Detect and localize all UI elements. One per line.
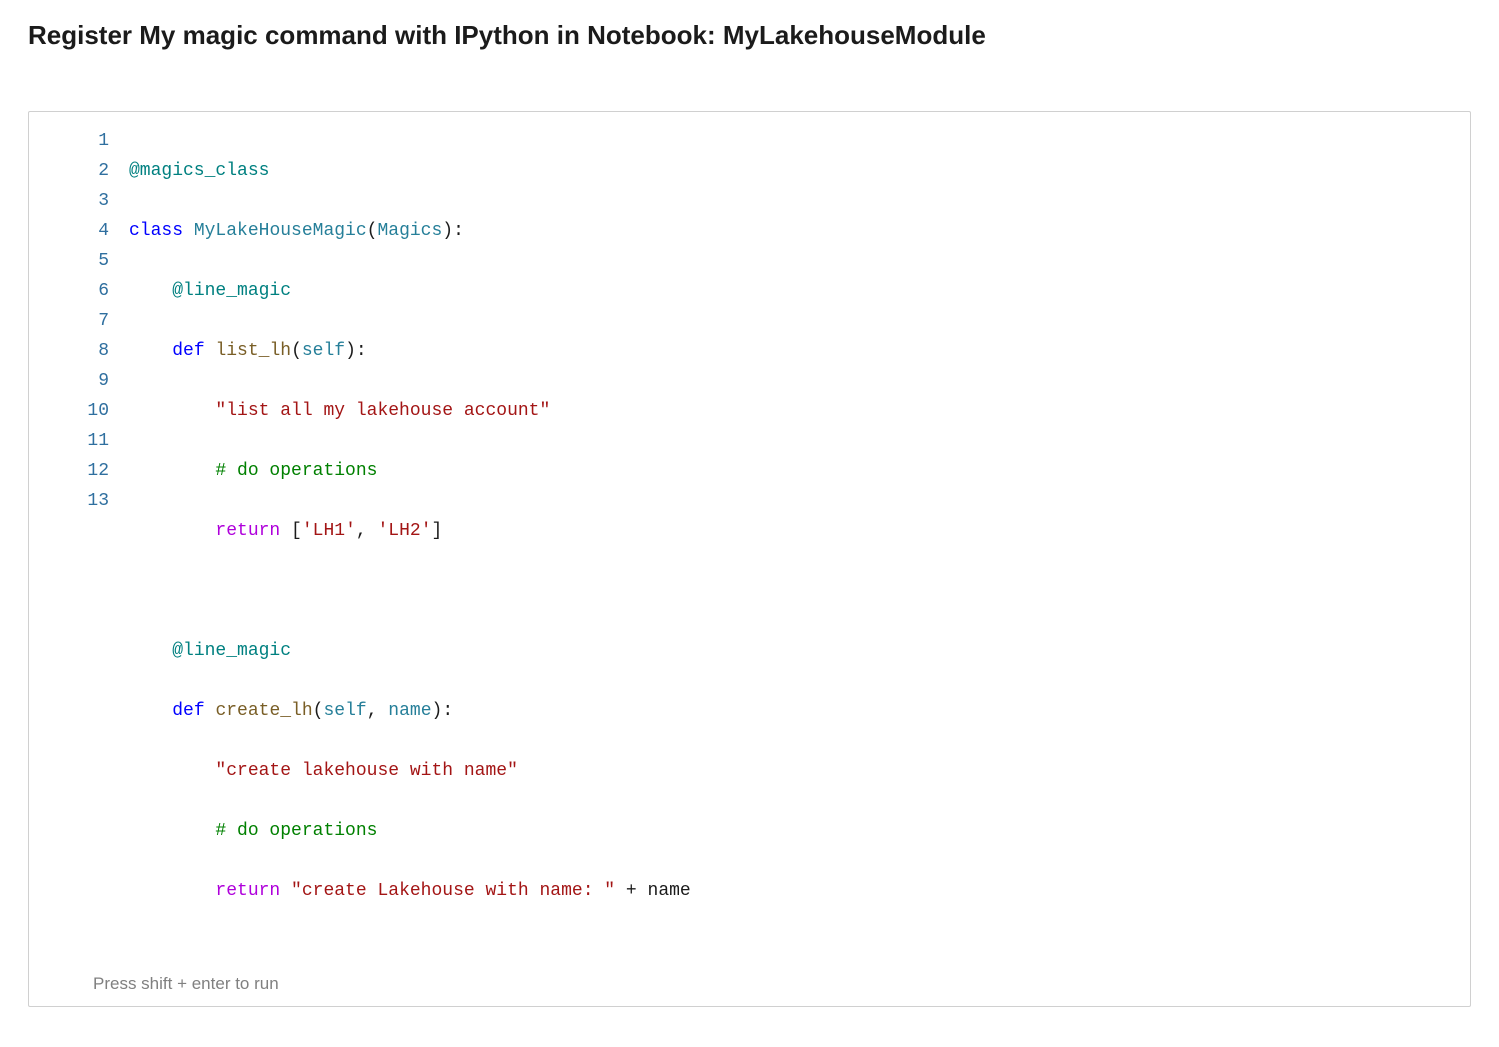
token-keyword: def — [172, 341, 204, 361]
token-string: "create Lakehouse with name: " — [291, 881, 615, 901]
notebook-code-cell[interactable]: 1 2 3 4 5 6 7 8 9 10 11 12 13 @magics_cl… — [28, 111, 1471, 1007]
line-number: 10 — [79, 396, 109, 426]
code-line[interactable]: @line_magic — [129, 276, 1460, 306]
token-string: 'LH2' — [377, 521, 431, 541]
token-comma: , — [356, 521, 378, 541]
token-paren: ( — [367, 221, 378, 241]
token-bracket: [ — [291, 521, 302, 541]
token-comma: , — [367, 701, 389, 721]
line-number: 9 — [79, 366, 109, 396]
token-variable: name — [648, 881, 691, 901]
space — [280, 881, 291, 901]
token-comment: # do operations — [215, 461, 377, 481]
line-number: 4 — [79, 216, 109, 246]
code-line[interactable]: return ['LH1', 'LH2'] — [129, 516, 1460, 546]
line-number: 7 — [79, 306, 109, 336]
line-number: 12 — [79, 456, 109, 486]
line-number: 5 — [79, 246, 109, 276]
indent — [129, 821, 215, 841]
token-paren-colon: ): — [345, 341, 367, 361]
line-number-gutter: 1 2 3 4 5 6 7 8 9 10 11 12 13 — [39, 126, 129, 966]
line-number: 13 — [79, 486, 109, 516]
indent — [129, 281, 172, 301]
indent — [129, 461, 215, 481]
token-decorator: @line_magic — [172, 281, 291, 301]
page-title: Register My magic command with IPython i… — [28, 20, 1471, 51]
token-string: 'LH1' — [302, 521, 356, 541]
indent — [129, 401, 215, 421]
token-keyword: class — [129, 221, 183, 241]
indent — [129, 641, 172, 661]
token-self: self — [323, 701, 366, 721]
token-return: return — [215, 521, 280, 541]
indent — [129, 341, 172, 361]
token-paren: ( — [313, 701, 324, 721]
code-line[interactable]: @line_magic — [129, 636, 1460, 666]
indent — [129, 701, 172, 721]
indent — [129, 521, 215, 541]
token-return: return — [215, 881, 280, 901]
line-number: 11 — [79, 426, 109, 456]
line-number: 1 — [79, 126, 109, 156]
code-line[interactable]: "create lakehouse with name" — [129, 756, 1460, 786]
page-root: Register My magic command with IPython i… — [0, 0, 1499, 1047]
token-paren-colon: ): — [442, 221, 464, 241]
code-line[interactable]: class MyLakeHouseMagic(Magics): — [129, 216, 1460, 246]
token-paren: ( — [291, 341, 302, 361]
line-number: 8 — [79, 336, 109, 366]
token-funcname: create_lh — [215, 701, 312, 721]
token-decorator: @line_magic — [172, 641, 291, 661]
token-keyword: def — [172, 701, 204, 721]
line-number: 3 — [79, 186, 109, 216]
code-line[interactable]: "list all my lakehouse account" — [129, 396, 1460, 426]
indent — [129, 881, 215, 901]
line-number: 2 — [79, 156, 109, 186]
run-hint: Press shift + enter to run — [39, 966, 1460, 996]
code-editor[interactable]: 1 2 3 4 5 6 7 8 9 10 11 12 13 @magics_cl… — [39, 126, 1460, 966]
indent — [129, 761, 215, 781]
token-docstring: "create lakehouse with name" — [215, 761, 517, 781]
token-basename: Magics — [377, 221, 442, 241]
token-paren-colon: ): — [432, 701, 454, 721]
token-funcname: list_lh — [215, 341, 291, 361]
token-comment: # do operations — [215, 821, 377, 841]
space — [280, 521, 291, 541]
token-classname: MyLakeHouseMagic — [194, 221, 367, 241]
token-docstring: "list all my lakehouse account" — [215, 401, 550, 421]
code-line[interactable]: def list_lh(self): — [129, 336, 1460, 366]
token-bracket: ] — [432, 521, 443, 541]
token-operator: + — [615, 881, 647, 901]
code-content[interactable]: @magics_class class MyLakeHouseMagic(Mag… — [129, 126, 1460, 966]
code-line[interactable]: def create_lh(self, name): — [129, 696, 1460, 726]
token-decorator: @magics_class — [129, 161, 269, 181]
token-self: self — [302, 341, 345, 361]
code-line[interactable]: @magics_class — [129, 156, 1460, 186]
code-line[interactable]: # do operations — [129, 456, 1460, 486]
code-line[interactable]: return "create Lakehouse with name: " + … — [129, 876, 1460, 906]
code-line[interactable] — [129, 576, 1460, 606]
line-number: 6 — [79, 276, 109, 306]
code-line[interactable]: # do operations — [129, 816, 1460, 846]
token-param: name — [388, 701, 431, 721]
